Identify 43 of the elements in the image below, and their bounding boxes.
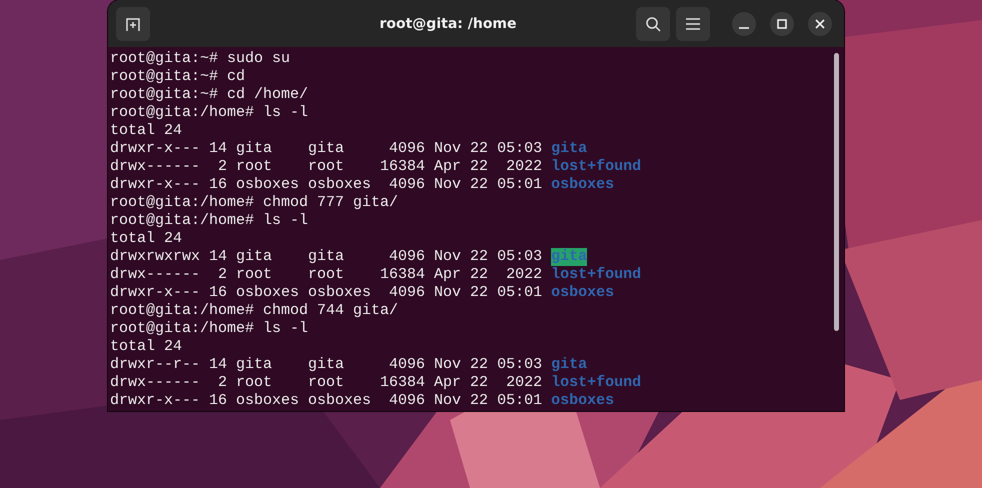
file-listing: drwxrwxrwx 14 gita gita 4096 Nov 22 05:03 (110, 248, 542, 266)
file-listing: drwx------ 2 root root 16384 Apr 22 2022 (110, 374, 542, 392)
terminal-line: total 24 (110, 230, 182, 248)
scrollbar[interactable] (834, 53, 839, 331)
file-listing: drwxr-x--- 16 osboxes osboxes 4096 Nov 22 05:01 (110, 392, 542, 410)
menu-icon (686, 18, 700, 30)
minimize-button[interactable] (732, 12, 756, 36)
directory-name: osboxes (551, 284, 614, 302)
terminal-line: root@gita:/home# ls -l (110, 212, 308, 230)
directory-name: gita (551, 140, 588, 158)
file-listing: drwx------ 2 root root 16384 Apr 22 2022 (110, 266, 542, 284)
maximize-icon (777, 18, 787, 28)
new-tab-icon (125, 16, 141, 32)
file-listing: drwxr--r-- 14 gita gita 4096 Nov 22 05:03 (110, 356, 542, 374)
directory-name: osboxes (551, 392, 614, 410)
terminal-line: root@gita:~# cd /home/ (110, 86, 308, 104)
directory-name: lost+found (551, 158, 642, 176)
file-listing: drwx------ 2 root root 16384 Apr 22 2022 (110, 158, 542, 176)
terminal-line: root@gita:~# cd (110, 68, 246, 86)
directory-name: lost+found (551, 374, 642, 392)
close-button[interactable] (808, 12, 832, 36)
directory-name: osboxes (551, 176, 614, 194)
directory-name: lost+found (551, 266, 642, 284)
terminal-line: root@gita:/home# chmod 744 gita/ (110, 302, 398, 320)
file-listing: drwxr-x--- 16 osboxes osboxes 4096 Nov 22 05:01 (110, 284, 542, 302)
search-button[interactable] (636, 6, 670, 40)
new-tab-button[interactable] (116, 6, 150, 40)
minimize-icon (739, 26, 749, 28)
terminal-line: root@gita:~# sudo su (110, 50, 290, 68)
search-icon (645, 16, 661, 32)
close-icon (815, 18, 825, 28)
file-listing: drwxr-x--- 14 gita gita 4096 Nov 22 05:03 (110, 140, 542, 158)
file-listing: drwxr-x--- 16 osboxes osboxes 4096 Nov 22 05:01 (110, 176, 542, 194)
menu-button[interactable] (676, 6, 710, 40)
terminal-line: total 24 (110, 338, 182, 356)
terminal-line: root@gita:/home# ls -l (110, 104, 308, 122)
terminal-line: total 24 (110, 122, 182, 140)
directory-name: gita (551, 248, 588, 266)
directory-name: gita (551, 356, 588, 374)
terminal-line: root@gita:/home# chmod 777 gita/ (110, 194, 398, 212)
terminal-line: root@gita:/home# ls -l (110, 320, 308, 338)
maximize-button[interactable] (770, 12, 794, 36)
window-title: root@gita: /home (378, 16, 518, 32)
